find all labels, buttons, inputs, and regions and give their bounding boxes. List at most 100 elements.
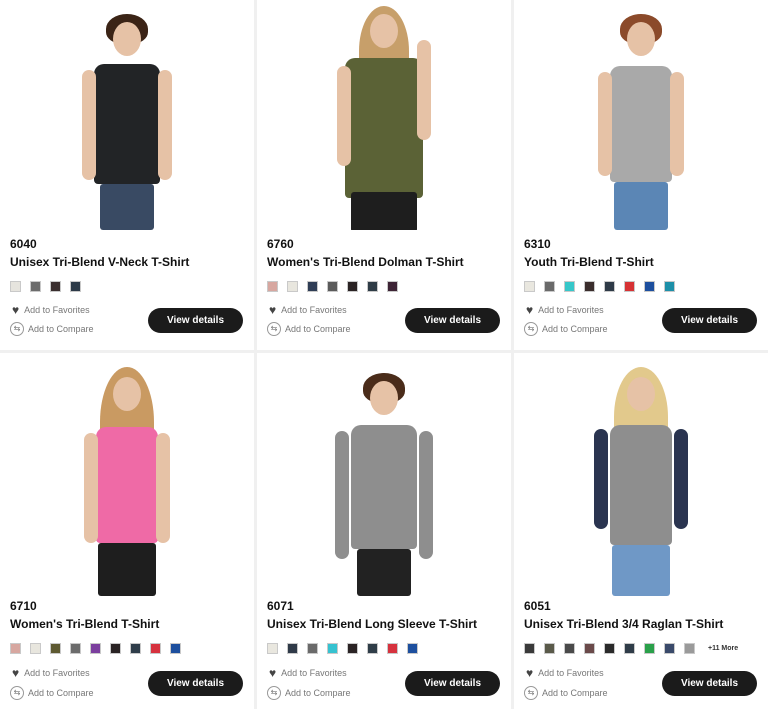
product-card[interactable]: 6760 Women's Tri-Blend Dolman T-Shirt ♥ … xyxy=(257,0,511,350)
add-to-compare[interactable]: ⇆ Add to Compare xyxy=(524,322,608,336)
color-swatch[interactable] xyxy=(327,643,338,654)
color-swatch[interactable] xyxy=(307,643,318,654)
color-swatch[interactable] xyxy=(267,643,278,654)
product-title[interactable]: Unisex Tri-Blend Long Sleeve T-Shirt xyxy=(267,617,477,631)
add-to-compare[interactable]: ⇆ Add to Compare xyxy=(267,686,351,700)
color-swatch[interactable] xyxy=(90,643,101,654)
color-swatch[interactable] xyxy=(10,643,21,654)
add-to-favorites[interactable]: ♥ Add to Favorites xyxy=(269,303,347,317)
view-details-button[interactable]: View details xyxy=(405,671,500,696)
color-swatch[interactable] xyxy=(664,643,675,654)
more-colors-link[interactable]: +11 More xyxy=(708,645,738,652)
add-to-favorites[interactable]: ♥ Add to Favorites xyxy=(12,303,90,317)
color-swatch[interactable] xyxy=(604,281,615,292)
color-swatch[interactable] xyxy=(50,643,61,654)
product-photo[interactable] xyxy=(257,0,511,230)
color-swatch[interactable] xyxy=(10,281,21,292)
product-title[interactable]: Women's Tri-Blend Dolman T-Shirt xyxy=(267,255,464,269)
color-swatch[interactable] xyxy=(564,643,575,654)
color-swatch[interactable] xyxy=(267,281,278,292)
product-photo[interactable] xyxy=(0,0,254,230)
product-card[interactable]: 6051 Unisex Tri-Blend 3/4 Raglan T-Shirt… xyxy=(514,353,768,709)
product-photo[interactable] xyxy=(0,353,254,596)
product-title[interactable]: Youth Tri-Blend T-Shirt xyxy=(524,255,654,269)
product-title[interactable]: Unisex Tri-Blend V-Neck T-Shirt xyxy=(10,255,189,269)
product-photo[interactable] xyxy=(514,353,768,596)
color-swatch[interactable] xyxy=(624,281,635,292)
product-card[interactable]: 6710 Women's Tri-Blend T-Shirt ♥ Add to … xyxy=(0,353,254,709)
color-swatch[interactable] xyxy=(287,281,298,292)
color-swatch[interactable] xyxy=(544,281,555,292)
color-swatch[interactable] xyxy=(604,643,615,654)
add-to-favorites[interactable]: ♥ Add to Favorites xyxy=(12,666,90,680)
product-sku: 6710 xyxy=(10,599,37,613)
color-swatch[interactable] xyxy=(70,643,81,654)
model-figure xyxy=(586,353,696,596)
color-swatch[interactable] xyxy=(70,281,81,292)
color-swatch[interactable] xyxy=(524,281,535,292)
color-swatch[interactable] xyxy=(584,643,595,654)
product-grid: 6040 Unisex Tri-Blend V-Neck T-Shirt ♥ A… xyxy=(0,0,768,709)
color-swatch[interactable] xyxy=(564,281,575,292)
view-details-button[interactable]: View details xyxy=(148,308,243,333)
view-details-button[interactable]: View details xyxy=(662,308,757,333)
color-swatch[interactable] xyxy=(347,281,358,292)
color-swatch[interactable] xyxy=(50,281,61,292)
product-card[interactable]: 6040 Unisex Tri-Blend V-Neck T-Shirt ♥ A… xyxy=(0,0,254,350)
color-swatch[interactable] xyxy=(287,643,298,654)
color-swatch[interactable] xyxy=(644,643,655,654)
color-swatch[interactable] xyxy=(644,281,655,292)
color-swatch[interactable] xyxy=(347,643,358,654)
add-to-compare[interactable]: ⇆ Add to Compare xyxy=(10,322,94,336)
product-title[interactable]: Unisex Tri-Blend 3/4 Raglan T-Shirt xyxy=(524,617,723,631)
color-swatch[interactable] xyxy=(130,643,141,654)
color-swatch[interactable] xyxy=(327,281,338,292)
color-swatch[interactable] xyxy=(544,643,555,654)
add-to-favorites[interactable]: ♥ Add to Favorites xyxy=(269,666,347,680)
color-swatch[interactable] xyxy=(110,643,121,654)
heart-icon: ♥ xyxy=(12,303,20,317)
color-swatch[interactable] xyxy=(30,643,41,654)
color-swatch[interactable] xyxy=(307,281,318,292)
model-figure xyxy=(72,353,182,596)
product-card[interactable]: 6071 Unisex Tri-Blend Long Sleeve T-Shir… xyxy=(257,353,511,709)
add-to-favorites[interactable]: ♥ Add to Favorites xyxy=(526,303,604,317)
compare-icon: ⇆ xyxy=(267,686,281,700)
product-photo[interactable] xyxy=(514,0,768,230)
color-swatches xyxy=(10,643,181,654)
color-swatch[interactable] xyxy=(584,281,595,292)
color-swatch[interactable] xyxy=(664,281,675,292)
view-details-button[interactable]: View details xyxy=(662,671,757,696)
color-swatch[interactable] xyxy=(30,281,41,292)
color-swatch[interactable] xyxy=(624,643,635,654)
color-swatch[interactable] xyxy=(367,281,378,292)
color-swatch[interactable] xyxy=(387,281,398,292)
add-to-compare[interactable]: ⇆ Add to Compare xyxy=(10,686,94,700)
compare-label: Add to Compare xyxy=(542,688,608,698)
add-to-compare[interactable]: ⇆ Add to Compare xyxy=(267,322,351,336)
color-swatch[interactable] xyxy=(387,643,398,654)
product-title[interactable]: Women's Tri-Blend T-Shirt xyxy=(10,617,159,631)
model-figure xyxy=(329,0,439,230)
product-card[interactable]: 6310 Youth Tri-Blend T-Shirt ♥ Add to Fa… xyxy=(514,0,768,350)
color-swatch[interactable] xyxy=(150,643,161,654)
add-to-compare[interactable]: ⇆ Add to Compare xyxy=(524,686,608,700)
product-photo[interactable] xyxy=(257,353,511,596)
view-details-button[interactable]: View details xyxy=(405,308,500,333)
favorites-label: Add to Favorites xyxy=(281,305,347,315)
color-swatch[interactable] xyxy=(524,643,535,654)
color-swatch[interactable] xyxy=(407,643,418,654)
heart-icon: ♥ xyxy=(12,666,20,680)
color-swatch[interactable] xyxy=(367,643,378,654)
color-swatch[interactable] xyxy=(684,643,695,654)
product-sku: 6760 xyxy=(267,237,294,251)
compare-label: Add to Compare xyxy=(28,688,94,698)
product-sku: 6040 xyxy=(10,237,37,251)
view-details-button[interactable]: View details xyxy=(148,671,243,696)
favorites-label: Add to Favorites xyxy=(281,668,347,678)
add-to-favorites[interactable]: ♥ Add to Favorites xyxy=(526,666,604,680)
favorites-label: Add to Favorites xyxy=(24,305,90,315)
color-swatch[interactable] xyxy=(170,643,181,654)
heart-icon: ♥ xyxy=(269,303,277,317)
heart-icon: ♥ xyxy=(526,666,534,680)
